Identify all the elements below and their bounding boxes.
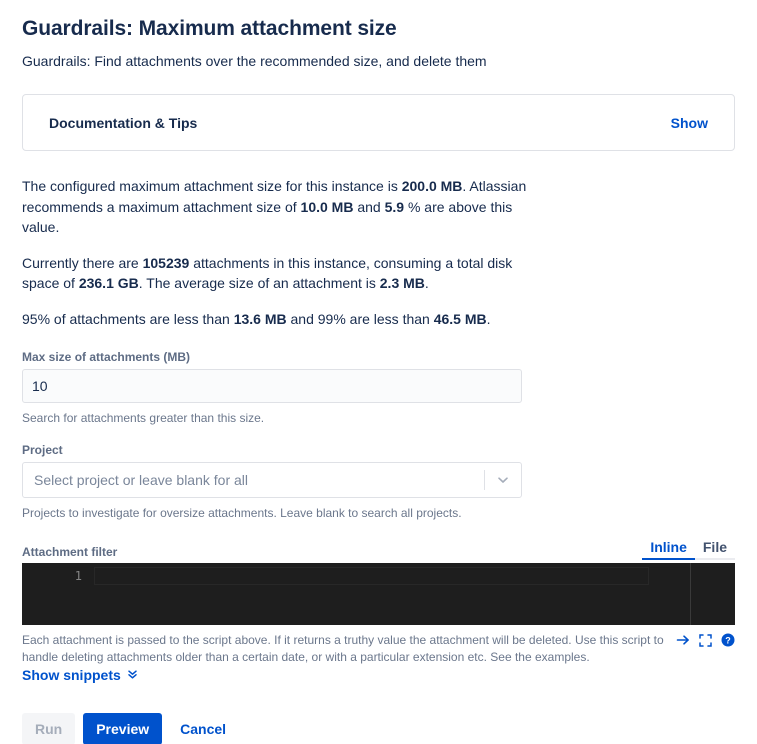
info-p2-part1: Currently there are bbox=[22, 254, 143, 271]
documentation-tips-title: Documentation & Tips bbox=[49, 114, 198, 131]
show-snippets-label: Show snippets bbox=[22, 667, 121, 683]
percent-above-value: 5.9 bbox=[384, 198, 405, 215]
code-gutter: 1 bbox=[22, 563, 94, 625]
max-size-label: Max size of attachments (MB) bbox=[22, 350, 191, 364]
tab-inline-label: Inline bbox=[650, 539, 687, 555]
svg-text:?: ? bbox=[725, 635, 731, 645]
page-title: Guardrails: Maximum attachment size bbox=[22, 17, 397, 40]
configured-max-value: 200.0 MB bbox=[401, 178, 463, 194]
tab-file-underline bbox=[694, 558, 735, 560]
page-subtitle: Guardrails: Find attachments over the re… bbox=[22, 53, 487, 69]
code-ruler bbox=[690, 563, 691, 625]
guardrails-page: Guardrails: Maximum attachment size Guar… bbox=[0, 0, 757, 744]
project-field-group: Project Select project or leave blank fo… bbox=[22, 443, 735, 521]
info-p2-part4: . bbox=[424, 275, 429, 291]
show-snippets-link[interactable]: Show snippets bbox=[22, 667, 138, 683]
info-p3-part2: and 99% are less than bbox=[286, 310, 434, 327]
average-size-value: 2.3 MB bbox=[379, 275, 425, 291]
attachment-filter-label: Attachment filter bbox=[22, 545, 118, 559]
info-p1-part1: The configured maximum attachment size f… bbox=[22, 178, 402, 194]
documentation-tips-panel: Documentation & Tips Show bbox=[22, 94, 735, 151]
code-line-number: 1 bbox=[74, 569, 82, 583]
tab-inline[interactable]: Inline bbox=[642, 539, 695, 560]
info-paragraph-percentiles: 95% of attachments are less than 13.6 MB… bbox=[22, 309, 542, 330]
attachment-count-value: 105239 bbox=[142, 254, 190, 271]
max-size-input[interactable] bbox=[22, 369, 522, 403]
info-p3-part3: . bbox=[486, 310, 491, 327]
editor-tabs: Inline File bbox=[642, 539, 735, 560]
tab-file-label: File bbox=[702, 539, 727, 555]
recommended-max-value: 10.0 MB bbox=[300, 198, 354, 215]
documentation-show-link[interactable]: Show bbox=[671, 115, 708, 131]
p99-value: 46.5 MB bbox=[433, 310, 487, 327]
arrow-right-icon[interactable] bbox=[676, 633, 690, 647]
expand-icon[interactable] bbox=[699, 633, 712, 647]
form-actions: Run Preview Cancel bbox=[22, 713, 735, 744]
help-icon[interactable]: ? bbox=[721, 633, 735, 647]
attachment-filter-description: Each attachment is passed to the script … bbox=[22, 633, 664, 664]
editor-icon-row: ? bbox=[676, 632, 735, 647]
attachment-filter-header: Attachment filter Inline File bbox=[22, 538, 735, 560]
info-p3-part1: 95% of attachments are less than bbox=[22, 310, 234, 327]
preview-button[interactable]: Preview bbox=[83, 713, 163, 744]
code-editor[interactable]: 1 bbox=[22, 563, 735, 625]
code-active-line[interactable] bbox=[94, 567, 649, 585]
instance-info: The configured maximum attachment size f… bbox=[22, 176, 735, 329]
info-paragraph-counts: Currently there are 105239 attachments i… bbox=[22, 253, 542, 294]
attachment-filter-section: Attachment filter Inline File 1 Each att… bbox=[22, 538, 735, 685]
tab-inline-underline bbox=[642, 558, 695, 560]
project-select-value: Select project or leave blank for all bbox=[34, 472, 248, 488]
info-p2-part3: . The average size of an attachment is bbox=[138, 275, 380, 291]
p95-value: 13.6 MB bbox=[233, 310, 287, 327]
chevron-down-icon[interactable] bbox=[485, 472, 521, 488]
total-disk-space-value: 236.1 GB bbox=[78, 275, 139, 291]
double-chevron-down-icon bbox=[127, 667, 138, 683]
editor-footer: Each attachment is passed to the script … bbox=[22, 632, 735, 666]
guardrails-form: Max size of attachments (MB) Search for … bbox=[22, 350, 735, 744]
run-button[interactable]: Run bbox=[22, 713, 76, 744]
max-size-help: Search for attachments greater than this… bbox=[22, 411, 265, 425]
project-select[interactable]: Select project or leave blank for all bbox=[22, 462, 522, 498]
project-label: Project bbox=[22, 443, 63, 457]
info-paragraph-configured-size: The configured maximum attachment size f… bbox=[22, 176, 542, 238]
info-p1-part3: and bbox=[353, 198, 385, 215]
project-help: Projects to investigate for oversize att… bbox=[22, 506, 462, 520]
max-size-field-group: Max size of attachments (MB) Search for … bbox=[22, 350, 735, 426]
tab-file[interactable]: File bbox=[694, 539, 735, 560]
cancel-button[interactable]: Cancel bbox=[170, 713, 236, 744]
